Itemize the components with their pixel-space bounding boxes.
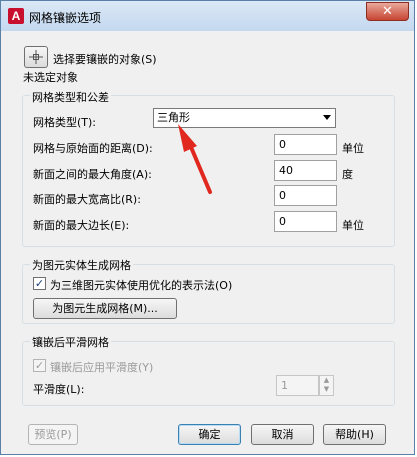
- annotation-arrow-icon: [178, 124, 212, 194]
